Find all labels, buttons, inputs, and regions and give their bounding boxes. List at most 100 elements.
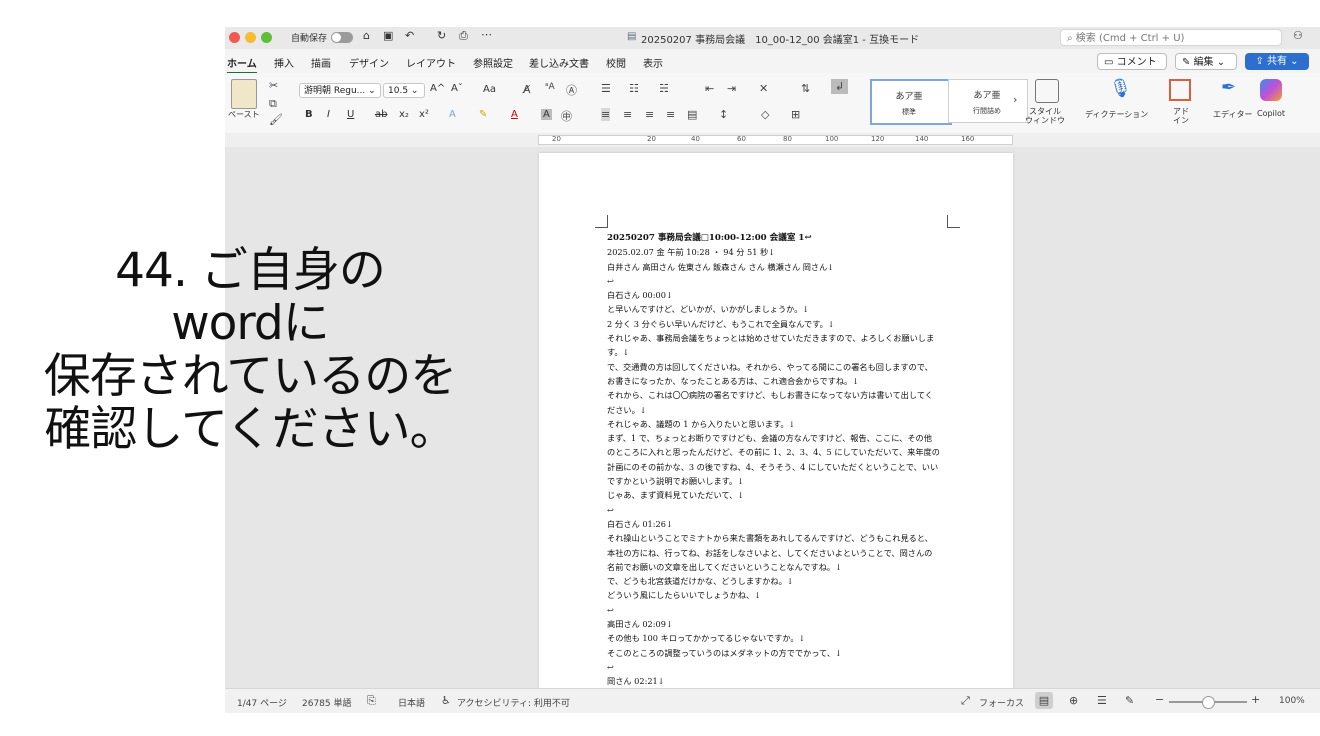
sort-icon[interactable]: ⇅: [801, 82, 810, 95]
window-title[interactable]: 20250207 事務局会議 10_00-12_00 会議室1 - 互換モード: [641, 31, 919, 46]
draft-view-icon[interactable]: ✎: [1125, 694, 1134, 707]
font-color-icon[interactable]: A: [511, 109, 518, 120]
style-normal[interactable]: あア亜 標準: [870, 79, 952, 125]
multilevel-list-icon[interactable]: ☵: [659, 82, 669, 95]
highlight-icon[interactable]: ✎: [479, 109, 487, 120]
document-line[interactable]: のところに入れと思ったんだけど、その前に 1、2、3、4、5 にしていただいて、…: [607, 445, 957, 459]
document-line[interactable]: 20250207 事務局会議□10:00-12:00 会議室 1↩: [607, 231, 957, 245]
bold-icon[interactable]: B: [305, 109, 313, 120]
focus-icon[interactable]: ⤢: [961, 694, 970, 708]
document-line[interactable]: 白石さん 01:26↓: [607, 517, 957, 531]
autosave-toggle[interactable]: [331, 32, 353, 43]
increase-indent-icon[interactable]: ⇥: [727, 82, 736, 95]
more-icon[interactable]: ⋯: [481, 28, 492, 41]
edit-mode-button[interactable]: ✎ 編集 ⌄: [1175, 53, 1237, 70]
decrease-indent-icon[interactable]: ⇤: [705, 82, 714, 95]
accessibility-status[interactable]: アクセシビリティ: 利用不可: [457, 696, 570, 709]
editor-label[interactable]: エディター: [1213, 109, 1252, 120]
align-center-icon[interactable]: ≡: [623, 108, 632, 121]
styles-scroll-icon[interactable]: ›: [1013, 93, 1017, 106]
align-right-icon[interactable]: ≡: [645, 108, 654, 121]
zoom-in-icon[interactable]: +: [1251, 693, 1260, 706]
document-line[interactable]: どういう風にしたらいいでしょうかね、↓: [607, 588, 957, 602]
document-page[interactable]: 20250207 事務局会議□10:00-12:00 会議室 1↩ 2025.02…: [539, 153, 1013, 693]
document-line[interactable]: そこのところの調整っていうのはメダネットの方ででかって、↓: [607, 646, 957, 660]
document-line[interactable]: 名前でお願いの文章を出してくださいということなんですね。↓: [607, 560, 957, 574]
justify-icon[interactable]: ≡: [666, 108, 675, 121]
paste-label[interactable]: ペースト: [228, 109, 260, 120]
underline-icon[interactable]: U: [347, 109, 354, 120]
document-line[interactable]: 計画にのその前かな、3 の後ですね、4、そうそう、4 にしていただくということで…: [607, 460, 957, 474]
document-body[interactable]: 20250207 事務局会議□10:00-12:00 会議室 1↩ 2025.02…: [607, 231, 957, 689]
dictation-label[interactable]: ディクテーション: [1085, 109, 1148, 120]
document-line[interactable]: その他も 100 キロってかかってるじゃないですか。↓: [607, 631, 957, 645]
document-line[interactable]: 2025.02.07 金 午前 10:28 ・ 94 分 51 秒↓: [607, 245, 957, 259]
superscript-icon[interactable]: x²: [419, 109, 429, 120]
subscript-icon[interactable]: x₂: [399, 109, 409, 120]
home-icon[interactable]: ⌂: [363, 29, 370, 42]
tab-layout[interactable]: レイアウト: [406, 55, 456, 70]
comment-button[interactable]: ▭ コメント: [1097, 53, 1167, 70]
tab-view[interactable]: 表示: [643, 55, 663, 70]
document-line[interactable]: まず、1 で、ちょっとお断りですけども、会議の方なんですけど、報告、ここに、その…: [607, 431, 957, 445]
document-line[interactable]: ださい。↓: [607, 403, 957, 417]
clear-format-icon[interactable]: A̸: [523, 83, 531, 96]
enclose-character-icon[interactable]: ㊥: [561, 108, 572, 124]
zoom-window-button[interactable]: [261, 32, 272, 43]
focus-label[interactable]: フォーカス: [979, 696, 1024, 709]
minimize-window-button[interactable]: [245, 32, 256, 43]
borders-icon[interactable]: ⊞: [791, 108, 800, 121]
redo-icon[interactable]: ↻: [437, 29, 446, 42]
asian-layout-icon[interactable]: ✕: [759, 82, 768, 95]
bullets-icon[interactable]: ☰: [601, 82, 611, 95]
document-line[interactable]: ですかという説明でお願いします。↓: [607, 474, 957, 488]
print-layout-icon[interactable]: ▤: [1035, 692, 1053, 709]
addins-icon[interactable]: [1169, 79, 1191, 101]
styles-pane-label[interactable]: スタイル ウィンドウ: [1025, 107, 1065, 125]
show-formatting-icon[interactable]: ↲: [831, 79, 849, 94]
document-line[interactable]: ↩: [607, 660, 957, 674]
document-line[interactable]: ↩: [607, 603, 957, 617]
zoom-out-icon[interactable]: −: [1155, 693, 1164, 706]
document-line[interactable]: それから、これは〇〇病院の署名ですけど、もしお書きになってない方は書いて出してく: [607, 388, 957, 402]
document-line[interactable]: 本社の方にね、行ってね、お話をしなさいよと、してくださいよということで、岡さんの: [607, 546, 957, 560]
editor-icon[interactable]: ✒: [1221, 77, 1236, 98]
tab-insert[interactable]: 挿入: [274, 55, 294, 70]
page-count[interactable]: 1/47 ページ: [237, 696, 287, 709]
zoom-slider-handle[interactable]: [1202, 696, 1215, 709]
document-line[interactable]: 高田さん 02:09↓: [607, 617, 957, 631]
distributed-icon[interactable]: ▤: [687, 108, 697, 121]
document-line[interactable]: ↩: [607, 503, 957, 517]
line-spacing-icon[interactable]: ↕: [719, 108, 728, 121]
copilot-icon[interactable]: [1260, 79, 1282, 101]
cut-icon[interactable]: ✂: [269, 79, 278, 92]
document-line[interactable]: じゃあ、まず資料見ていただいて、↓: [607, 488, 957, 502]
search-input[interactable]: ⌕ 検索 (Cmd + Ctrl + U): [1060, 29, 1282, 46]
document-line[interactable]: お書きになったか、なったことある方は、これ適合会からですね。↓: [607, 374, 957, 388]
tab-draw[interactable]: 描画: [311, 55, 331, 70]
document-line[interactable]: で、どうも北宮鉄道だけかな、どうしますかね。↓: [607, 574, 957, 588]
document-line[interactable]: で、交通費の方は回してくださいね。それから、やってる間にこの署名も回しますので、: [607, 360, 957, 374]
italic-icon[interactable]: I: [327, 109, 330, 120]
document-line[interactable]: す。↓: [607, 345, 957, 359]
print-icon[interactable]: ⎙: [459, 29, 468, 43]
numbering-icon[interactable]: ☷: [629, 82, 639, 95]
tab-home[interactable]: ホーム: [227, 55, 257, 74]
document-line[interactable]: 白石さん 00:00↓: [607, 288, 957, 302]
phonetic-guide-icon[interactable]: ᵃA: [545, 82, 555, 92]
strikethrough-icon[interactable]: ab: [375, 109, 387, 120]
document-line[interactable]: 岡さん 02:21↓: [607, 674, 957, 688]
document-line[interactable]: それじゃあ、事務局会議をちょっとは始めさせていただきますので、よろしくお願いしま: [607, 331, 957, 345]
tab-mailings[interactable]: 差し込み文書: [529, 55, 589, 70]
font-name-select[interactable]: 游明朝 Regu... ⌄: [299, 83, 381, 98]
text-effects-icon[interactable]: A: [449, 109, 456, 120]
shading-icon[interactable]: ◇: [761, 108, 769, 121]
font-grow-button[interactable]: A^: [430, 83, 445, 94]
save-icon[interactable]: ▣: [383, 29, 393, 42]
undo-icon[interactable]: ↶: [405, 29, 414, 42]
tab-references[interactable]: 参照設定: [473, 55, 513, 70]
document-line[interactable]: 白井さん 高田さん 佐東さん 飯森さん さん 横瀬さん 岡さん↓: [607, 260, 957, 274]
outline-view-icon[interactable]: ☰: [1097, 694, 1107, 707]
font-shrink-button[interactable]: Aˇ: [451, 83, 463, 94]
zoom-level[interactable]: 100%: [1279, 696, 1305, 706]
